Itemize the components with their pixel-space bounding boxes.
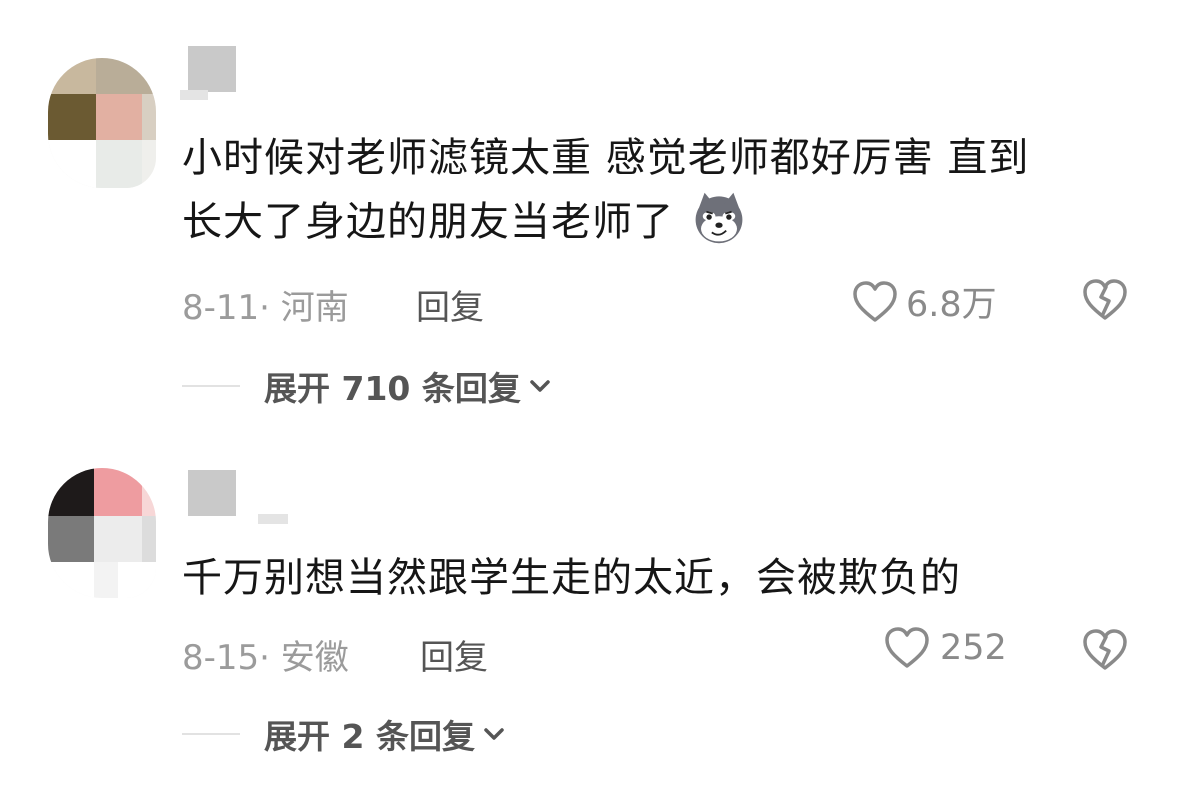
reply-button[interactable]: 回复: [416, 280, 484, 329]
comment-text-line-1: 千万别想当然跟学生走的太近，会被欺负的: [182, 555, 961, 601]
avatar[interactable]: [48, 468, 156, 598]
chevron-down-icon: [484, 728, 504, 740]
like-count: 252: [940, 628, 1007, 668]
heart-icon: [885, 627, 929, 668]
comment-text-line-1: 小时候对老师滤镜太重 感觉老师都好厉害 直到: [182, 135, 1030, 181]
wolf-smirk-emoji: [695, 192, 743, 244]
username-redacted[interactable]: [188, 470, 288, 524]
expand-replies-button[interactable]: 展开 2 条回复: [182, 710, 507, 758]
expand-replies-label: 展开 710 条回复: [264, 369, 521, 408]
comment-text: 小时候对老师滤镜太重 感觉老师都好厉害 直到 长大了身边的朋友当老师了: [182, 126, 1029, 254]
broken-heart-icon: [1083, 279, 1127, 320]
like-button[interactable]: 252: [884, 626, 1007, 670]
comment-date-location: 8-15· 安徽: [182, 638, 349, 678]
username-blur: [258, 514, 288, 524]
like-button[interactable]: 6.8万: [852, 276, 997, 327]
comment-date-location: 8-11· 河南: [182, 288, 349, 328]
broken-heart-icon: [1083, 629, 1127, 670]
avatar[interactable]: [48, 58, 156, 188]
reply-button[interactable]: 回复: [420, 630, 488, 679]
comment-text-line-2: 长大了身边的朋友当老师了: [182, 199, 674, 245]
divider-line: [182, 733, 240, 735]
expand-replies-label: 展开 2 条回复: [264, 717, 475, 756]
dislike-button[interactable]: [1082, 278, 1128, 326]
dislike-button[interactable]: [1082, 628, 1128, 676]
like-count: 6.8万: [906, 285, 997, 325]
username-blur: [180, 90, 208, 100]
expand-replies-button[interactable]: 展开 710 条回复: [182, 362, 553, 410]
username-redacted[interactable]: [180, 46, 236, 100]
divider-line: [182, 385, 240, 387]
chevron-down-icon: [530, 380, 550, 392]
comment-text: 千万别想当然跟学生走的太近，会被欺负的: [182, 546, 961, 610]
heart-icon: [853, 280, 897, 322]
